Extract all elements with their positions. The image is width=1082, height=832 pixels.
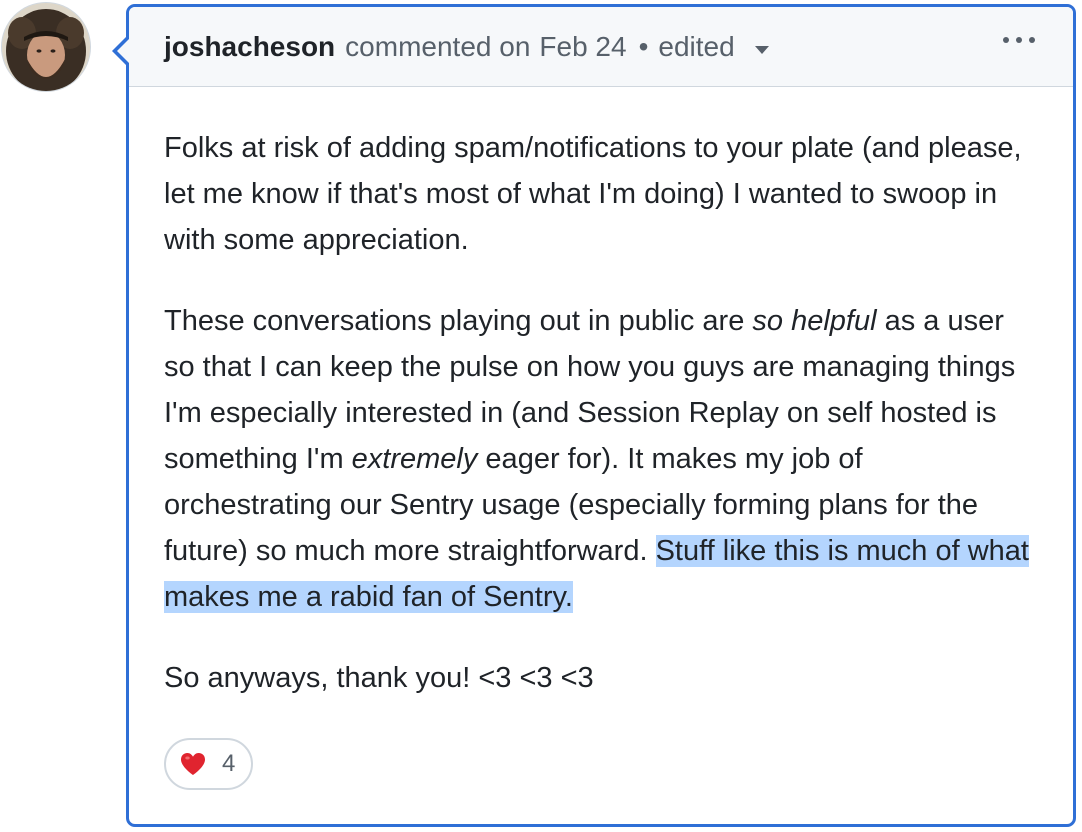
comment-paragraph-1: Folks at risk of adding spam/notificatio… <box>164 132 1022 256</box>
kebab-dot <box>1003 37 1009 43</box>
comment-paragraph-2: These conversations playing out in publi… <box>164 298 1038 620</box>
comment-body: Folks at risk of adding spam/notificatio… <box>129 87 1073 701</box>
p2-emphasis: so helpful <box>752 305 877 337</box>
comment-header: joshacheson commented on Feb 24 • edited <box>129 7 1073 87</box>
kebab-dot <box>1029 37 1035 43</box>
chevron-down-icon[interactable] <box>754 45 769 54</box>
p2-text: These conversations playing out in publi… <box>164 305 753 337</box>
reaction-count: 4 <box>222 750 236 777</box>
comment-thread: joshacheson commented on Feb 24 • edited… <box>0 0 1082 832</box>
user-avatar[interactable] <box>2 3 90 91</box>
p2-emphasis: extremely <box>351 443 478 475</box>
heart-icon <box>181 753 205 775</box>
author-link[interactable]: joshacheson <box>164 31 335 63</box>
heart-reaction-button[interactable]: 4 <box>164 738 254 790</box>
separator-dot: • <box>638 30 649 62</box>
comment-paragraph-3: So anyways, thank you! <3 <3 <3 <box>164 662 594 694</box>
comment-date-link[interactable]: Feb 24 <box>539 31 626 63</box>
avatar-icon <box>2 3 90 91</box>
edited-history-button[interactable]: edited <box>658 31 734 63</box>
comment-card: joshacheson commented on Feb 24 • edited… <box>112 4 1076 827</box>
kebab-horizontal-icon[interactable] <box>1003 37 1035 43</box>
comment-action-text: commented on <box>345 30 531 62</box>
kebab-dot <box>1016 37 1022 43</box>
